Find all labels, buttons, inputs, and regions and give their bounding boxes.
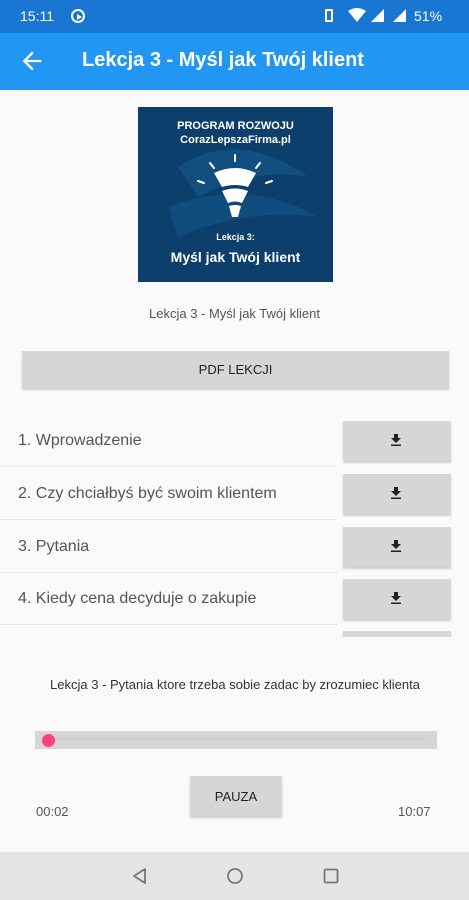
vibrate-icon [325,9,333,22]
cover-lesson-title: Myśl jak Twój klient [170,249,301,265]
list-item-label: 1. Wprowadzenie [18,432,142,449]
list-item-label: 4. Kiedy cena decyduje o zakupie [18,590,257,607]
download-button[interactable] [343,421,451,461]
divider [0,519,337,520]
list-item[interactable]: 3. Pytania [0,521,469,573]
download-button[interactable] [343,474,451,514]
status-bar: 15:11 51% [0,0,469,33]
list-item[interactable] [0,625,469,637]
seek-track [47,737,425,740]
page-title: Lekcja 3 - Myśl jak Twój klient [82,49,364,71]
list-item[interactable]: 4. Kiedy cena decyduje o zakupie [0,573,469,625]
now-playing-title: Lekcja 3 - Pytania ktore trzeba sobie za… [50,677,420,692]
record-icon [71,9,85,23]
download-button[interactable] [343,527,451,567]
cover-lesson-number: Lekcja 3: [216,232,255,242]
back-triangle-icon[interactable] [130,866,150,886]
download-icon [391,434,401,446]
cover-program-label: PROGRAM ROZWOJU [177,120,294,132]
download-icon [391,540,401,552]
signal-icon [371,9,384,22]
download-icon [391,592,401,604]
battery-percent: 51% [414,8,443,24]
wifi-icon [348,8,366,22]
arrow-left-icon[interactable] [18,47,46,75]
download-button[interactable] [343,579,451,619]
status-time: 15:11 [20,8,54,24]
recents-square-icon[interactable] [321,866,341,886]
lesson-caption: Lekcja 3 - Myśl jak Twój klient [149,306,320,321]
download-icon [391,487,401,499]
system-nav-bar [0,852,469,900]
app-bar: Lekcja 3 - Myśl jak Twój klient [0,33,469,90]
pause-button[interactable]: PAUZA [190,776,282,816]
lesson-cover-image: PROGRAM ROZWOJU CorazLepszaFirma.pl Lekc… [138,107,333,282]
pdf-lesson-button[interactable]: PDF LEKCJI [22,351,449,388]
duration: 10:07 [398,804,431,819]
list-item-label: 3. Pytania [18,538,90,555]
list-item[interactable]: 2. Czy chciałbyś być swoim klientem [0,468,469,520]
divider [0,466,337,467]
download-button[interactable] [343,631,451,637]
list-item[interactable]: 1. Wprowadzenie [0,415,469,467]
seek-thumb[interactable] [41,734,55,747]
cover-site-label: CorazLepszaFirma.pl [180,134,291,146]
seek-bar[interactable] [35,731,437,749]
current-time: 00:02 [36,804,69,819]
lesson-part-list: 1. Wprowadzenie 2. Czy chciałbyś być swo… [0,415,469,637]
home-circle-icon[interactable] [225,866,245,886]
signal-icon [393,9,406,22]
list-item-label: 2. Czy chciałbyś być swoim klientem [18,485,277,502]
